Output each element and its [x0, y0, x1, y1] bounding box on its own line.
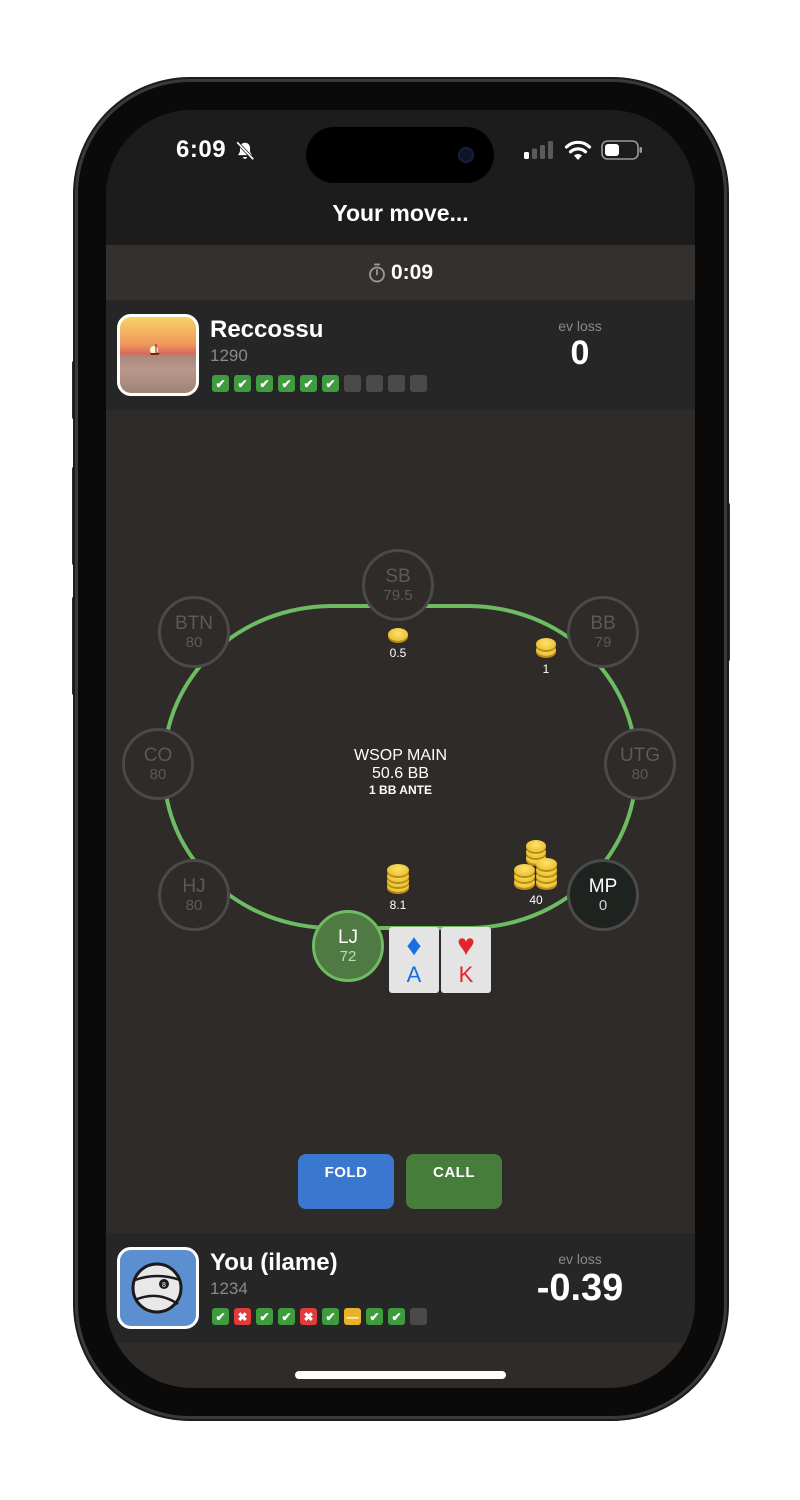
- result-check-icon: ✔: [278, 375, 295, 392]
- opponent-panel: Reccossu 1290 ✔ ✔ ✔ ✔ ✔ ✔ ev loss 0: [106, 300, 695, 410]
- hero-results: ✔ ✖ ✔ ✔ ✖ ✔ — ✔ ✔: [212, 1308, 427, 1325]
- result-empty-slot-icon: [410, 1308, 427, 1325]
- result-cross-icon: ✖: [300, 1308, 317, 1325]
- result-check-icon: ✔: [322, 375, 339, 392]
- result-check-icon: ✔: [322, 1308, 339, 1325]
- opponent-rating: 1290: [210, 346, 248, 365]
- bet-sb: 0.5: [384, 628, 412, 660]
- opponent-ev-label: ev loss: [558, 318, 602, 334]
- opponent-results: ✔ ✔ ✔ ✔ ✔ ✔: [212, 375, 427, 392]
- sunset-boat-icon: [150, 344, 160, 355]
- cellular-signal-icon: [524, 141, 553, 159]
- result-cross-icon: ✖: [234, 1308, 251, 1325]
- seat-position: SB: [385, 565, 411, 587]
- home-indicator[interactable]: [295, 1371, 506, 1379]
- seat-stack: 80: [185, 633, 203, 651]
- bet-amount: 0.5: [389, 646, 407, 660]
- timer-value: 0:09: [390, 260, 434, 284]
- page-title: Your move...: [332, 200, 469, 226]
- seat-mp: MP 0: [567, 859, 639, 931]
- status-time: 6:09: [176, 136, 227, 163]
- battery-icon: [601, 140, 642, 160]
- heart-suit-icon: ♥: [457, 929, 475, 962]
- table-info: WSOP MAIN 50.6 BB 1 BB ANTE: [106, 747, 695, 797]
- card-rank: A: [406, 962, 422, 987]
- ante-info: 1 BB ANTE: [369, 783, 432, 797]
- seat-position: BTN: [175, 612, 213, 634]
- status-bar: 6:09 Your move...: [106, 110, 695, 245]
- poker-table: SB 79.5 BTN 80 BB 79 CO 80 UTG 80 HJ 80 …: [106, 410, 695, 1233]
- result-empty-slot-icon: [366, 375, 383, 392]
- seat-lj-hero: LJ 72: [312, 910, 384, 982]
- pot-size: 50.6 BB: [372, 765, 429, 782]
- fold-button[interactable]: FOLD: [298, 1154, 394, 1209]
- stopwatch-icon: [369, 263, 385, 282]
- result-check-icon: ✔: [278, 1308, 295, 1325]
- call-button[interactable]: CALL: [406, 1154, 502, 1209]
- chip-stack-icon: [536, 638, 556, 656]
- result-check-icon: ✔: [212, 375, 229, 392]
- hero-ev-value: -0.39: [536, 1267, 624, 1309]
- camera-icon: [458, 147, 474, 163]
- result-check-icon: ✔: [256, 1308, 273, 1325]
- hero-panel: 8 You (ilame) 1234 ✔ ✖ ✔ ✔ ✖ ✔ — ✔ ✔ ev loss -0.…: [106, 1233, 695, 1343]
- bet-amount: 8.1: [389, 898, 407, 912]
- chip-stack-icon: [387, 864, 409, 892]
- seat-hj: HJ 80: [158, 859, 230, 931]
- seat-stack: 79.5: [383, 586, 413, 604]
- hero-card-1: ♦ A: [389, 927, 439, 993]
- hero-card-2: ♥ K: [441, 927, 491, 993]
- eight-ball-icon: 8: [131, 1262, 183, 1314]
- bet-mp: 40: [514, 840, 558, 907]
- app-screen: 6:09 Your move... 0:09 Reccossu 1290 ✔ ✔…: [106, 110, 695, 1388]
- result-dash-icon: —: [344, 1308, 361, 1325]
- opponent-avatar[interactable]: [117, 314, 199, 396]
- seat-stack: 80: [185, 896, 203, 914]
- result-check-icon: ✔: [300, 375, 317, 392]
- card-rank: K: [458, 962, 474, 987]
- hero-rating: 1234: [210, 1279, 248, 1298]
- chip-icon: [388, 628, 408, 641]
- seat-position: MP: [588, 875, 618, 897]
- seat-bb: BB 79: [567, 596, 639, 668]
- svg-text:8: 8: [162, 1282, 166, 1289]
- result-empty-slot-icon: [410, 375, 427, 392]
- diamond-suit-icon: ♦: [406, 929, 422, 962]
- result-check-icon: ✔: [366, 1308, 383, 1325]
- result-empty-slot-icon: [388, 375, 405, 392]
- bet-bb: 1: [534, 638, 558, 676]
- seat-sb: SB 79.5: [362, 549, 434, 621]
- opponent-ev-value: 0: [570, 334, 590, 372]
- hero-avatar[interactable]: 8: [117, 1247, 199, 1329]
- hero-name: You (ilame): [210, 1249, 338, 1276]
- table-title: WSOP MAIN: [353, 747, 448, 764]
- chip-stack-icon: [514, 840, 558, 888]
- result-check-icon: ✔: [234, 375, 251, 392]
- bet-amount: 40: [529, 893, 543, 907]
- seat-stack: 72: [339, 947, 357, 965]
- bet-amount: 1: [542, 662, 550, 676]
- result-check-icon: ✔: [256, 375, 273, 392]
- move-timer: 0:09: [106, 245, 695, 300]
- wifi-icon: [564, 140, 592, 160]
- bell-slash-icon: [236, 141, 255, 161]
- seat-position: LJ: [337, 926, 359, 948]
- seat-position: BB: [590, 612, 616, 634]
- opponent-name: Reccossu: [210, 316, 324, 343]
- bet-lj: 8.1: [384, 864, 412, 912]
- seat-stack: 0: [598, 896, 608, 914]
- seat-stack: 79: [594, 633, 612, 651]
- hero-ev-label: ev loss: [558, 1251, 602, 1267]
- result-check-icon: ✔: [212, 1308, 229, 1325]
- result-check-icon: ✔: [388, 1308, 405, 1325]
- seat-position: HJ: [182, 875, 206, 897]
- seat-btn: BTN 80: [158, 596, 230, 668]
- dynamic-island: [306, 127, 494, 183]
- power-button[interactable]: [724, 502, 730, 662]
- result-empty-slot-icon: [344, 375, 361, 392]
